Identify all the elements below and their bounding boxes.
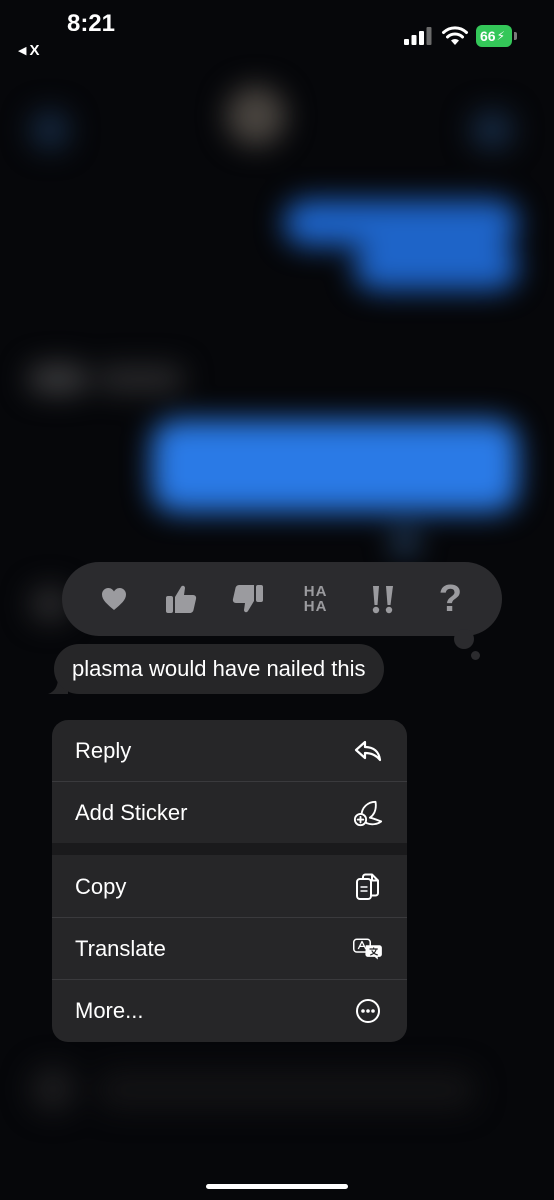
copy-icon bbox=[353, 872, 383, 902]
tapback-tail-small bbox=[471, 651, 480, 660]
haha-text-bottom: HA bbox=[303, 598, 328, 615]
add-sticker-icon bbox=[353, 798, 383, 828]
back-app-label: X bbox=[29, 42, 40, 59]
battery-indicator: 66 ⚡ bbox=[476, 25, 512, 47]
reaction-heart[interactable] bbox=[88, 573, 140, 625]
thumbs-up-icon bbox=[165, 585, 197, 613]
back-to-app-link[interactable]: ◀ X bbox=[18, 42, 39, 59]
cellular-signal-icon bbox=[404, 27, 432, 45]
menu-item-copy[interactable]: Copy bbox=[52, 856, 407, 917]
menu-item-label: More... bbox=[75, 997, 144, 1023]
haha-text-top: HA bbox=[303, 583, 328, 600]
menu-item-reply[interactable]: Reply bbox=[52, 720, 407, 781]
reaction-question[interactable]: ? bbox=[424, 573, 476, 625]
reaction-thumbs-up[interactable] bbox=[155, 573, 207, 625]
menu-item-add-sticker[interactable]: Add Sticker bbox=[52, 782, 407, 843]
haha-icon: HA HA bbox=[304, 584, 328, 614]
menu-item-translate[interactable]: Translate bbox=[52, 918, 407, 979]
message-context-menu: Reply Add Sticker Copy Translate More... bbox=[52, 720, 407, 1042]
more-icon bbox=[353, 996, 383, 1026]
battery-cap bbox=[514, 32, 517, 40]
menu-item-label: Reply bbox=[75, 737, 132, 763]
heart-icon bbox=[101, 588, 126, 610]
tapback-tail-large bbox=[454, 629, 474, 649]
home-indicator[interactable] bbox=[206, 1184, 348, 1189]
menu-item-label: Add Sticker bbox=[75, 799, 188, 825]
charging-bolt-icon: ⚡ bbox=[496, 29, 506, 43]
reaction-thumbs-down[interactable] bbox=[222, 573, 274, 625]
back-triangle-icon: ◀ bbox=[18, 45, 27, 57]
menu-section-separator bbox=[52, 843, 407, 855]
status-bar: 8:21 ◀ X 66 ⚡ bbox=[0, 0, 554, 70]
selected-message-bubble[interactable]: plasma would have nailed this bbox=[54, 644, 384, 694]
thumbs-down-icon bbox=[233, 585, 264, 613]
menu-item-more[interactable]: More... bbox=[52, 980, 407, 1041]
status-time: 8:21 bbox=[66, 10, 116, 37]
battery-level: 66 bbox=[480, 28, 496, 44]
screen: 8:21 ◀ X 66 ⚡ HA HA ? plasma would have … bbox=[0, 0, 554, 1200]
exclamation-icon bbox=[372, 586, 393, 614]
menu-item-label: Translate bbox=[75, 935, 166, 961]
reaction-haha[interactable]: HA HA bbox=[290, 573, 342, 625]
message-text: plasma would have nailed this bbox=[72, 656, 366, 681]
tapback-reaction-bar: HA HA ? bbox=[62, 562, 502, 636]
menu-item-label: Copy bbox=[75, 873, 127, 899]
reply-icon bbox=[353, 736, 383, 766]
wifi-icon bbox=[442, 26, 468, 45]
question-icon: ? bbox=[438, 577, 462, 620]
translate-icon bbox=[353, 934, 383, 964]
reaction-emphasize[interactable] bbox=[357, 573, 409, 625]
